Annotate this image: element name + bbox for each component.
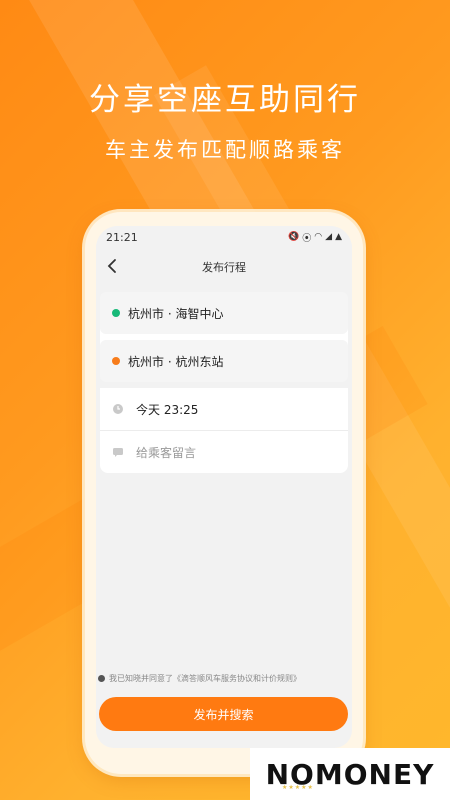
publish-search-button[interactable]: 发布并搜索 — [99, 697, 348, 731]
message-row[interactable]: 给乘客留言 — [100, 431, 348, 473]
agreement[interactable]: 我已知晓并同意了《滴答顺风车服务协议和计价规则》 — [98, 673, 352, 684]
brand-logo: NOMONEY ★★★★★ — [250, 748, 450, 800]
status-time: 21:21 — [106, 230, 138, 244]
origin-dot-icon — [112, 309, 120, 317]
location-icon: ⦿ — [302, 233, 312, 244]
trip-card: 杭州市 · 海智中心 杭州市 · 杭州东站 — [100, 292, 348, 382]
phone-screen: 21:21 🔇 ⦿ ◠ ◢ ▲ 发布行程 杭州市 · 海智中心 杭州市 · 杭州… — [96, 226, 352, 748]
destination-row[interactable]: 杭州市 · 杭州东站 — [100, 340, 348, 382]
page-title: 发布行程 — [202, 261, 246, 274]
status-bar: 21:21 🔇 ⦿ ◠ ◢ ▲ — [96, 226, 352, 248]
origin-row[interactable]: 杭州市 · 海智中心 — [100, 292, 348, 334]
clock-icon — [110, 401, 126, 417]
agreement-text: 我已知晓并同意了《滴答顺风车服务协议和计价规则》 — [109, 674, 301, 683]
wifi-icon: ◠ — [314, 232, 323, 242]
time-row[interactable]: 今天 23:25 — [100, 388, 348, 431]
signal-icon: ◢ — [325, 232, 333, 242]
origin-label: 杭州市 · 海智中心 — [128, 306, 224, 321]
message-icon — [110, 444, 126, 460]
chevron-left-icon — [107, 259, 116, 273]
promo-subline: 车主发布匹配顺路乘客 — [105, 138, 345, 162]
status-icons: 🔇 ⦿ ◠ ◢ ▲ — [288, 231, 342, 244]
nav-bar: 发布行程 — [96, 248, 352, 286]
destination-label: 杭州市 · 杭州东站 — [128, 354, 224, 369]
promo-headline: 分享空座互助同行 — [89, 82, 361, 118]
person-icon: ▲ — [335, 232, 342, 242]
stars-decoration-icon: ★★★★★ — [282, 784, 314, 791]
back-button[interactable] — [102, 256, 122, 276]
mute-icon: 🔇 — [288, 232, 300, 242]
destination-dot-icon — [112, 357, 120, 365]
message-placeholder: 给乘客留言 — [136, 445, 197, 460]
agree-checkbox-icon[interactable] — [98, 675, 105, 682]
departure-time: 今天 23:25 — [136, 402, 199, 417]
trip-form: 今天 23:25 给乘客留言 — [100, 388, 348, 473]
